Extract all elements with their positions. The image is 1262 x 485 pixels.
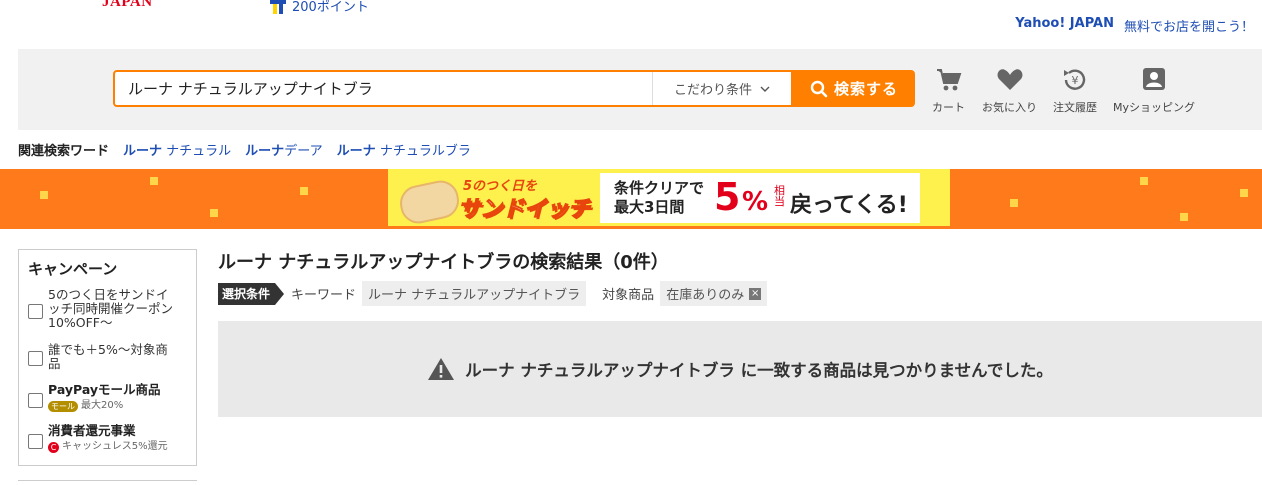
warning-icon [428, 358, 455, 380]
campaign-title: キャンペーン [28, 260, 118, 278]
banner-soutou: 相当 [774, 184, 785, 208]
heart-icon [997, 69, 1022, 90]
campaign-option[interactable]: 消費者還元事業 C キャッシュレス5%還元 [28, 424, 176, 454]
campaign-option[interactable]: 5のつく日をサンドイッチ同時開催クーポン 10%OFF〜 [28, 287, 186, 330]
nav-cart[interactable]: カート [932, 67, 965, 115]
tpoint-icon [270, 0, 286, 14]
campaign-option-sub: 最大20% [81, 400, 124, 411]
banner-content: 5のつく日を サンドイッチ 条件クリアで 最大3日間 5 % 相当 戻ってくる! [388, 169, 950, 227]
banner-modoru: 戻ってくる! [790, 193, 908, 218]
tpoint-balance[interactable]: 200ポイント [270, 0, 369, 15]
campaign-option-label: 5のつく日をサンドイッチ同時開催クーポン 10%OFF〜 [48, 287, 186, 330]
banner-percent: % [742, 187, 769, 217]
paypay-mall-badge: モール [48, 400, 78, 412]
target-label: 対象商品 [602, 288, 655, 303]
search-box: ルーナ ナチュラルアップナイトブラ こだわり条件 [113, 70, 793, 107]
search-input[interactable]: ルーナ ナチュラルアップナイトブラ [115, 72, 652, 105]
results-title: ルーナ ナチュラルアップナイトブラの検索結果（0件） [218, 252, 669, 273]
related-word[interactable]: ルーナ ナチュラル [123, 140, 231, 159]
banner-conditions: 条件クリアで 最大3日間 [614, 179, 705, 216]
keyword-label: キーワード [291, 288, 357, 303]
campaign-option-label: PayPayモール商品 [48, 382, 161, 397]
related-word[interactable]: ルーナデーア [245, 140, 323, 159]
banner-line2: サンドイッチ [457, 197, 591, 223]
banner-big-number: 5 [714, 175, 741, 219]
logo-mark [30, 0, 80, 4]
no-results-message: ルーナ ナチュラルアップナイトブラ に一致する商品は見つかりませんでした。 [218, 321, 1262, 417]
search-button[interactable]: 検索する [793, 70, 915, 107]
user-icon [1143, 68, 1165, 90]
nav-favorites-label: お気に入り [982, 101, 1037, 114]
logo-text: JAPAN [102, 0, 153, 10]
selected-conditions: 選択条件 キーワード ルーナ ナチュラルアップナイトブラ 対象商品 在庫ありのみ… [218, 281, 783, 306]
target-filter-chip[interactable]: 在庫ありのみ × [660, 281, 768, 306]
open-store-link[interactable]: 無料でお店を開こう！ [1124, 16, 1254, 35]
search-button-label: 検索する [833, 80, 898, 98]
nav-my-shopping[interactable]: Myショッピング [1113, 67, 1195, 115]
search-band: ルーナ ナチュラルアップナイトブラ こだわり条件 検索する カート お気に入り … [18, 49, 1262, 130]
campaign-banner[interactable]: 5のつく日を サンドイッチ 条件クリアで 最大3日間 5 % 相当 戻ってくる! [0, 169, 1262, 229]
target-value: 在庫ありのみ [666, 288, 745, 303]
order-history-icon: ¥ [1064, 69, 1086, 90]
checkbox[interactable] [28, 351, 43, 366]
header-links: Yahoo! JAPAN 無料でお店を開こう！ [1015, 16, 1254, 35]
nav-my-shopping-label: Myショッピング [1113, 101, 1196, 114]
sandwich-illustration [396, 177, 463, 227]
checkbox[interactable] [28, 434, 43, 449]
cart-icon [936, 69, 961, 91]
nav-order-history[interactable]: ¥ 注文履歴 [1053, 67, 1097, 115]
cashless-icon: C [48, 441, 59, 453]
search-icon [810, 80, 828, 97]
nav-cart-label: カート [932, 101, 965, 114]
campaign-option-sub: キャッシュレス5%還元 [62, 441, 168, 452]
related-search-words: 関連検索ワード ルーナ ナチュラル ルーナデーア ルーナ ナチュラルブラ [18, 140, 471, 159]
checkbox[interactable] [28, 393, 43, 408]
campaign-option[interactable]: PayPayモール商品 モール 最大20% [28, 383, 176, 413]
related-label: 関連検索ワード [18, 144, 110, 159]
yahoo-shopping-logo[interactable]: JAPAN [30, 0, 180, 16]
svg-text:¥: ¥ [1072, 74, 1079, 87]
chevron-down-icon [760, 86, 770, 92]
no-results-text: ルーナ ナチュラルアップナイトブラ に一致する商品は見つかりませんでした。 [465, 361, 1053, 380]
search-options-dropdown[interactable]: こだわり条件 [652, 72, 791, 105]
checkbox[interactable] [28, 304, 43, 319]
campaign-option[interactable]: 誰でも＋5%〜対象商品 [28, 343, 176, 371]
campaign-option-label: 消費者還元事業 [48, 423, 136, 438]
close-icon[interactable]: × [749, 287, 762, 300]
nav-order-history-label: 注文履歴 [1053, 101, 1097, 114]
keyword-value: ルーナ ナチュラルアップナイトブラ [362, 281, 587, 306]
search-options-label: こだわり条件 [673, 83, 752, 98]
campaign-option-label: 誰でも＋5%〜対象商品 [48, 342, 168, 371]
nav-favorites[interactable]: お気に入り [982, 67, 1037, 115]
conditions-tag: 選択条件 [218, 282, 285, 305]
yahoo-japan-link[interactable]: Yahoo! JAPAN [1015, 16, 1114, 35]
tpoint-label: 200ポイント [292, 0, 369, 15]
campaign-filter-panel: キャンペーン 5のつく日をサンドイッチ同時開催クーポン 10%OFF〜 誰でも＋… [18, 249, 197, 466]
related-word[interactable]: ルーナ ナチュラルブラ [337, 140, 471, 159]
